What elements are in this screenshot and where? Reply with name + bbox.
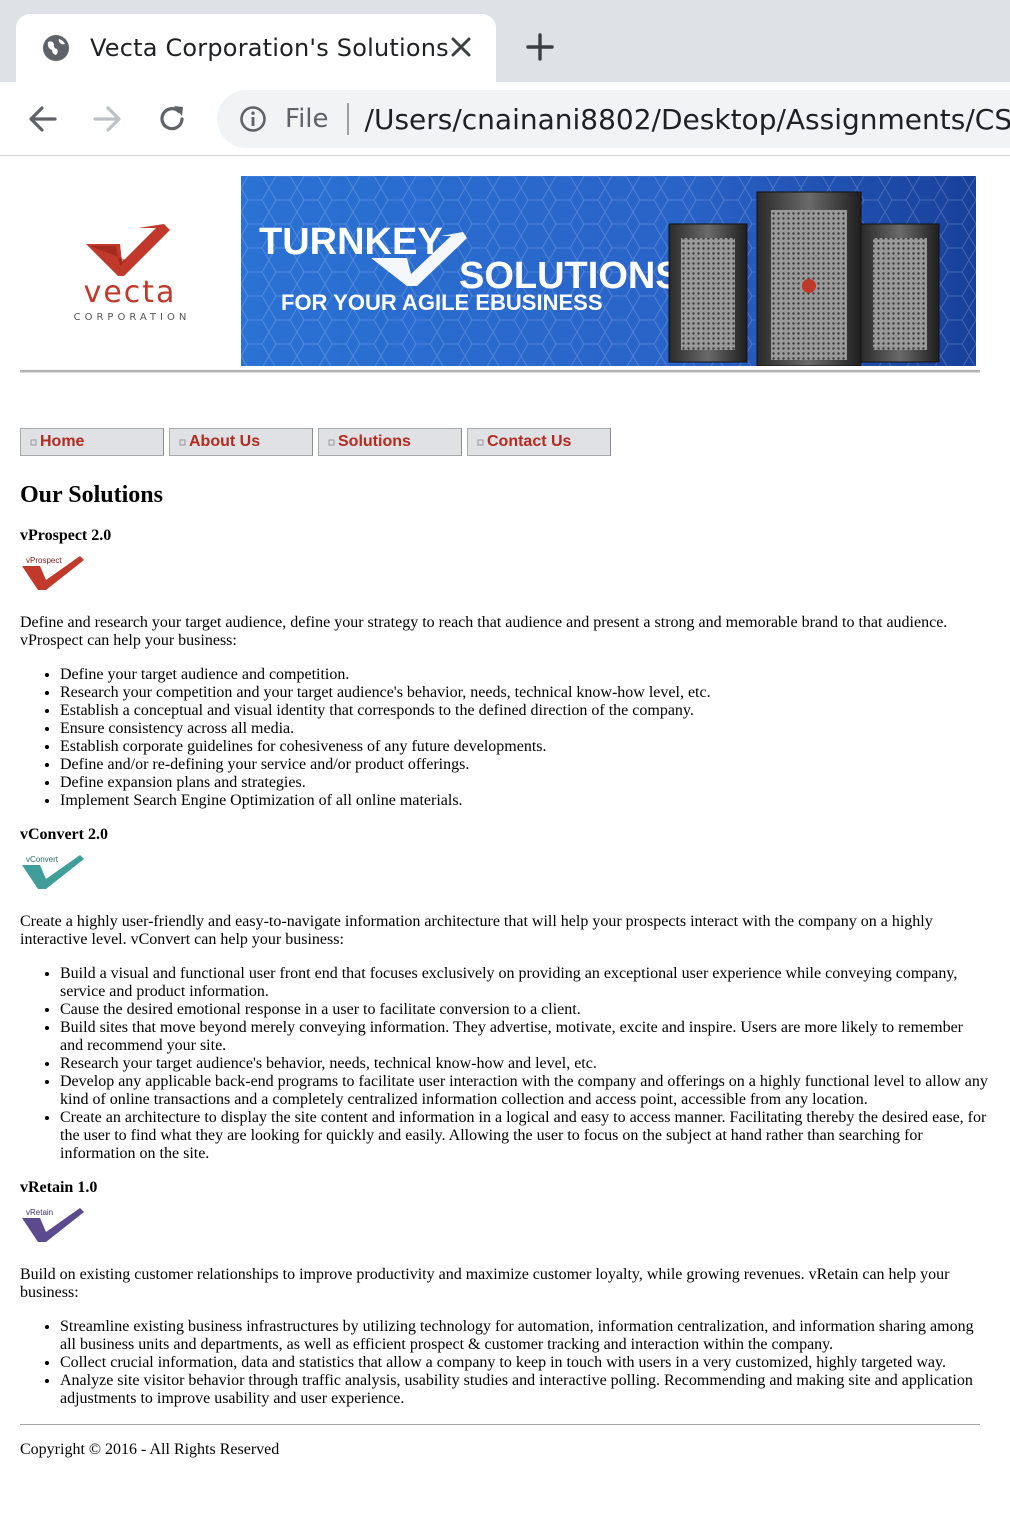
product-title: vConvert 2.0 [20, 826, 108, 843]
site-header: vecta CORPORATION TURNKEY SOLUTIONS FOR … [20, 176, 990, 404]
product-description: Build on existing customer relationships… [20, 1266, 950, 1301]
browser-tab-strip: Vecta Corporation's Solutions [0, 0, 1010, 82]
address-bar[interactable]: File /Users/cnainani8802/Desktop/Assignm… [217, 90, 1010, 148]
feature-list: Build a visual and functional user front… [20, 965, 990, 1163]
nav-label: Contact Us [487, 433, 572, 450]
vprospect-logo: vProspect [22, 556, 84, 590]
page-content: vecta CORPORATION TURNKEY SOLUTIONS FOR … [0, 156, 1010, 1459]
list-item: Research your target audience's behavior… [60, 1055, 990, 1073]
nav-about-us[interactable]: About Us [169, 428, 313, 456]
list-item: Build a visual and functional user front… [60, 965, 990, 1001]
product-description: Create a highly user-friendly and easy-t… [20, 913, 933, 948]
list-item: Collect crucial information, data and st… [60, 1354, 990, 1372]
main-nav: Home About Us Solutions Contact Us [20, 428, 990, 456]
browser-tab[interactable]: Vecta Corporation's Solutions [16, 14, 496, 82]
product-title: vProspect 2.0 [20, 527, 112, 544]
address-divider [346, 103, 349, 135]
nav-bullet-icon [179, 439, 186, 445]
info-icon[interactable] [239, 105, 267, 133]
url-text[interactable]: /Users/cnainani8802/Desktop/Assignments/… [365, 103, 1010, 136]
nav-solutions[interactable]: Solutions [318, 428, 462, 456]
product-title: vRetain 1.0 [20, 1179, 98, 1196]
list-item: Define your target audience and competit… [60, 666, 990, 684]
list-item: Ensure consistency across all media. [60, 720, 990, 738]
list-item: Define and/or re-defining your service a… [60, 756, 990, 774]
feature-list: Streamline existing business infrastruct… [20, 1318, 990, 1408]
nav-label: Home [40, 433, 85, 450]
product-section: vProspect 2.0 vProspect Define and resea… [20, 527, 990, 810]
url-scheme: File [285, 104, 329, 134]
header-divider [20, 370, 980, 373]
forward-arrow-icon[interactable] [90, 102, 124, 136]
reload-icon[interactable] [155, 102, 189, 136]
list-item: Build sites that move beyond merely conv… [60, 1019, 990, 1055]
logo-label: vProspect [26, 556, 62, 565]
logo-wordmark: vecta [84, 275, 177, 310]
nav-bullet-icon [477, 439, 484, 445]
list-item: Cause the desired emotional response in … [60, 1001, 990, 1019]
logo-label: vRetain [26, 1208, 53, 1217]
nav-bullet-icon [328, 439, 335, 445]
logo-label: vConvert [26, 855, 59, 864]
list-item: Define expansion plans and strategies. [60, 774, 990, 792]
list-item: Research your competition and your targe… [60, 684, 990, 702]
list-item: Establish corporate guidelines for cohes… [60, 738, 990, 756]
vconvert-logo: vConvert [22, 855, 84, 889]
product-section: vConvert 2.0 vConvert Create a highly us… [20, 826, 990, 1163]
product-description: Define and research your target audience… [20, 614, 948, 649]
nav-home[interactable]: Home [20, 428, 164, 456]
list-item: Analyze site visitor behavior through tr… [60, 1372, 990, 1408]
nav-bullet-icon [30, 439, 37, 445]
list-item: Create an architecture to display the si… [60, 1109, 990, 1163]
close-icon[interactable] [448, 34, 474, 60]
banner-turnkey: TURNKEY [259, 221, 443, 263]
list-item: Streamline existing business infrastruct… [60, 1318, 990, 1354]
list-item: Develop any applicable back-end programs… [60, 1073, 990, 1109]
list-item: Establish a conceptual and visual identi… [60, 702, 990, 720]
banner-tagline: FOR YOUR AGILE EBUSINESS [281, 290, 603, 315]
logo-subtitle: CORPORATION [74, 312, 191, 323]
globe-icon [43, 35, 69, 61]
browser-toolbar: File /Users/cnainani8802/Desktop/Assignm… [0, 82, 1010, 156]
nav-contact-us[interactable]: Contact Us [467, 428, 611, 456]
vecta-logo[interactable]: vecta CORPORATION [60, 224, 200, 324]
page-title: Our Solutions [20, 482, 163, 508]
tab-title: Vecta Corporation's Solutions [90, 34, 449, 62]
back-arrow-icon[interactable] [26, 102, 60, 136]
copyright-text: Copyright © 2016 - All Rights Reserved [20, 1441, 280, 1458]
nav-label: About Us [189, 433, 261, 450]
list-item: Implement Search Engine Optimization of … [60, 792, 990, 810]
footer-divider [20, 1424, 980, 1425]
turnkey-banner: TURNKEY SOLUTIONS FOR YOUR AGILE EBUSINE… [241, 176, 976, 366]
product-section: vRetain 1.0 vRetain Build on existing cu… [20, 1179, 990, 1408]
vretain-logo: vRetain [22, 1208, 84, 1242]
feature-list: Define your target audience and competit… [20, 666, 990, 810]
nav-label: Solutions [338, 433, 411, 450]
new-tab-icon[interactable] [525, 32, 555, 62]
